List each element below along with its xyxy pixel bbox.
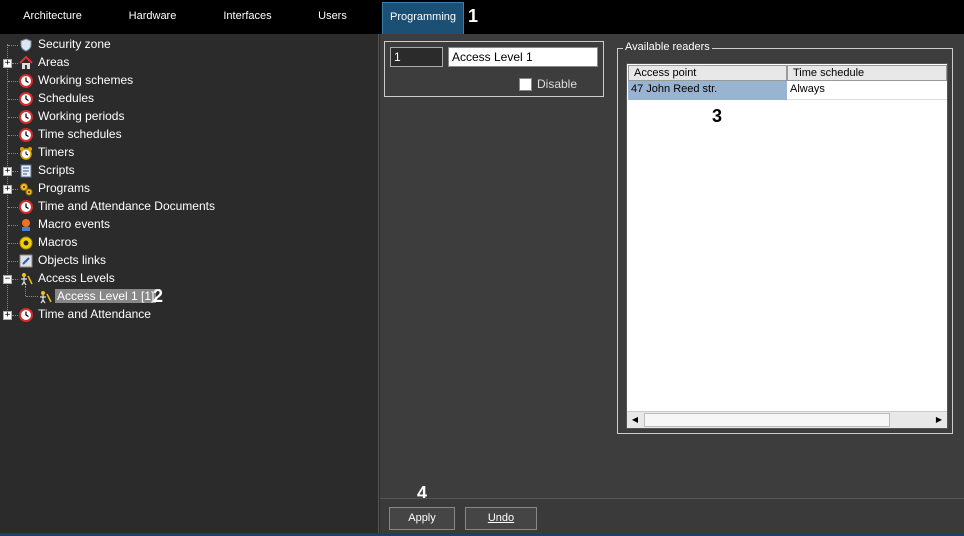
house-icon <box>19 56 33 69</box>
tab-interfaces[interactable]: Interfaces <box>205 2 290 34</box>
bottom-button-bar: Apply Undo <box>380 498 964 534</box>
tree-item-label: Working periods <box>38 109 125 123</box>
tree-item-access-levels[interactable]: − Access Levels <box>0 270 379 288</box>
tree-item-label: Areas <box>38 55 70 69</box>
gears-icon <box>20 183 33 196</box>
access-level-icon <box>40 291 52 304</box>
access-level-header-group: Disable <box>384 41 604 97</box>
clock-icon <box>19 74 33 88</box>
link-icon <box>19 254 33 268</box>
scrollbar-thumb[interactable] <box>644 413 890 427</box>
tree-item-working-periods[interactable]: Working periods <box>0 108 379 126</box>
tree-item-time-and-attendance[interactable]: + Time and Attendance <box>0 306 379 324</box>
expand-icon[interactable]: + <box>3 59 12 68</box>
horizontal-scrollbar[interactable]: ◀ ▶ <box>627 411 947 428</box>
top-tab-bar: Architecture Hardware Interfaces Users P… <box>0 0 964 34</box>
clock-icon <box>19 200 33 214</box>
clock-icon <box>19 308 33 322</box>
expand-icon[interactable]: + <box>3 167 12 176</box>
scroll-right-icon[interactable]: ▶ <box>931 412 947 428</box>
tab-users[interactable]: Users <box>290 2 375 34</box>
tree-item-label: Security zone <box>38 37 111 51</box>
column-header-access-point[interactable]: Access point <box>628 65 787 81</box>
cell-time-schedule[interactable]: Always <box>787 81 947 100</box>
tree-item-label: Time and Attendance <box>38 307 151 321</box>
column-header-time-schedule[interactable]: Time schedule <box>787 65 947 81</box>
tree-item-objects-links[interactable]: Objects links <box>0 252 379 270</box>
tree-item-label: Objects links <box>38 253 107 267</box>
cell-access-point[interactable]: 47 John Reed str. <box>628 81 787 100</box>
tree-item-timers[interactable]: Timers <box>0 144 379 162</box>
tree-item-scripts[interactable]: + Scripts <box>0 162 379 180</box>
expand-icon[interactable]: + <box>3 185 12 194</box>
tree-item-macro-events[interactable]: Macro events <box>0 216 379 234</box>
tab-architecture[interactable]: Architecture <box>10 2 95 34</box>
tree-item-label: Working schemes <box>38 73 134 87</box>
macro-event-icon <box>22 219 30 231</box>
settings-panel: Disable Available readers Access point T… <box>380 34 964 503</box>
tree-item-label: Time and Attendance Documents <box>38 199 215 213</box>
disable-checkbox[interactable] <box>519 78 532 91</box>
script-icon <box>20 164 32 178</box>
scroll-left-icon[interactable]: ◀ <box>627 412 643 428</box>
tree-item-time-attendance-documents[interactable]: Time and Attendance Documents <box>0 198 379 216</box>
tree-item-label: Programs <box>38 181 91 195</box>
shield-icon <box>20 38 32 52</box>
tree-item-working-schemes[interactable]: Working schemes <box>0 72 379 90</box>
collapse-icon[interactable]: − <box>3 275 12 284</box>
alarm-clock-icon <box>20 147 32 160</box>
available-readers-group: Available readers Access point Time sche… <box>617 41 953 434</box>
annotation-marker-1: 1 <box>468 6 479 26</box>
tree-item-security-zone[interactable]: Security zone <box>0 36 379 54</box>
macro-icon <box>19 236 33 250</box>
available-readers-title: Available readers <box>623 41 712 53</box>
tree-item-label: Access Levels <box>38 271 115 285</box>
object-tree: Security zone + Areas Working schemes Sc… <box>0 34 379 536</box>
disable-label: Disable <box>537 77 578 91</box>
clock-icon <box>19 92 33 106</box>
tree-item-macros[interactable]: Macros <box>0 234 379 252</box>
tab-programming[interactable]: Programming <box>382 2 464 34</box>
tree-item-label: Timers <box>38 145 75 159</box>
tree-item-label: Schedules <box>38 91 95 105</box>
undo-button[interactable]: Undo <box>465 507 537 530</box>
access-level-icon <box>21 273 33 286</box>
tree-item-label: Macro events <box>38 217 111 231</box>
tree-item-label: Scripts <box>38 163 75 177</box>
tree-item-label: Macros <box>38 235 78 249</box>
readers-table: Access point Time schedule 47 John Reed … <box>626 63 948 429</box>
name-field[interactable] <box>448 47 598 67</box>
tree-item-access-level-1[interactable]: Access Level 1 [1] 2 <box>0 286 379 306</box>
tree-item-label: Access Level 1 [1] <box>55 289 157 303</box>
tree-item-time-schedules[interactable]: Time schedules <box>0 126 379 144</box>
clock-icon <box>19 128 33 142</box>
tree-item-programs[interactable]: + Programs <box>0 180 379 198</box>
clock-icon <box>19 110 33 124</box>
annotation-marker-3: 3 <box>712 106 723 126</box>
apply-button[interactable]: Apply <box>389 507 455 530</box>
tab-hardware[interactable]: Hardware <box>110 2 195 34</box>
tree-item-schedules[interactable]: Schedules <box>0 90 379 108</box>
tree-item-areas[interactable]: + Areas <box>0 54 379 72</box>
id-field[interactable] <box>390 47 443 67</box>
annotation-marker-2: 2 <box>153 286 164 306</box>
expand-icon[interactable]: + <box>3 311 12 320</box>
tree-item-label: Time schedules <box>38 127 122 141</box>
